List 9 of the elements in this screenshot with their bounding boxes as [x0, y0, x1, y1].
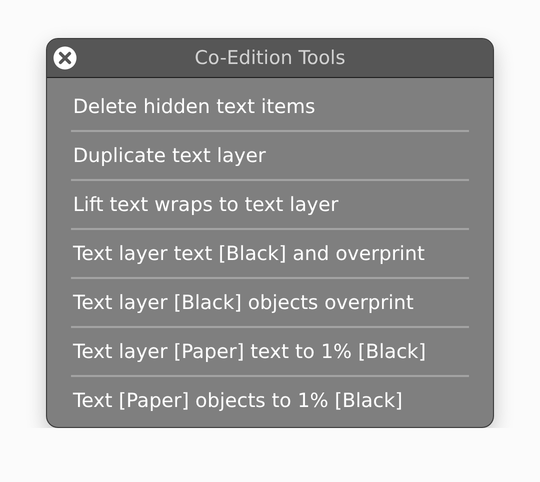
menu-item[interactable]: Text layer text [Black] and overprint: [71, 228, 469, 277]
window-title: Co-Edition Tools: [194, 47, 346, 69]
menu-item[interactable]: Text [Paper] objects to 1% [Black]: [71, 375, 469, 424]
close-icon[interactable]: [53, 46, 77, 70]
menu-item[interactable]: Duplicate text layer: [71, 130, 469, 179]
menu-item[interactable]: Lift text wraps to text layer: [71, 179, 469, 228]
menu-item[interactable]: Text layer [Black] objects overprint: [71, 277, 469, 326]
menu-item[interactable]: Delete hidden text items: [71, 83, 469, 130]
menu-item[interactable]: Text layer [Paper] text to 1% [Black]: [71, 326, 469, 375]
